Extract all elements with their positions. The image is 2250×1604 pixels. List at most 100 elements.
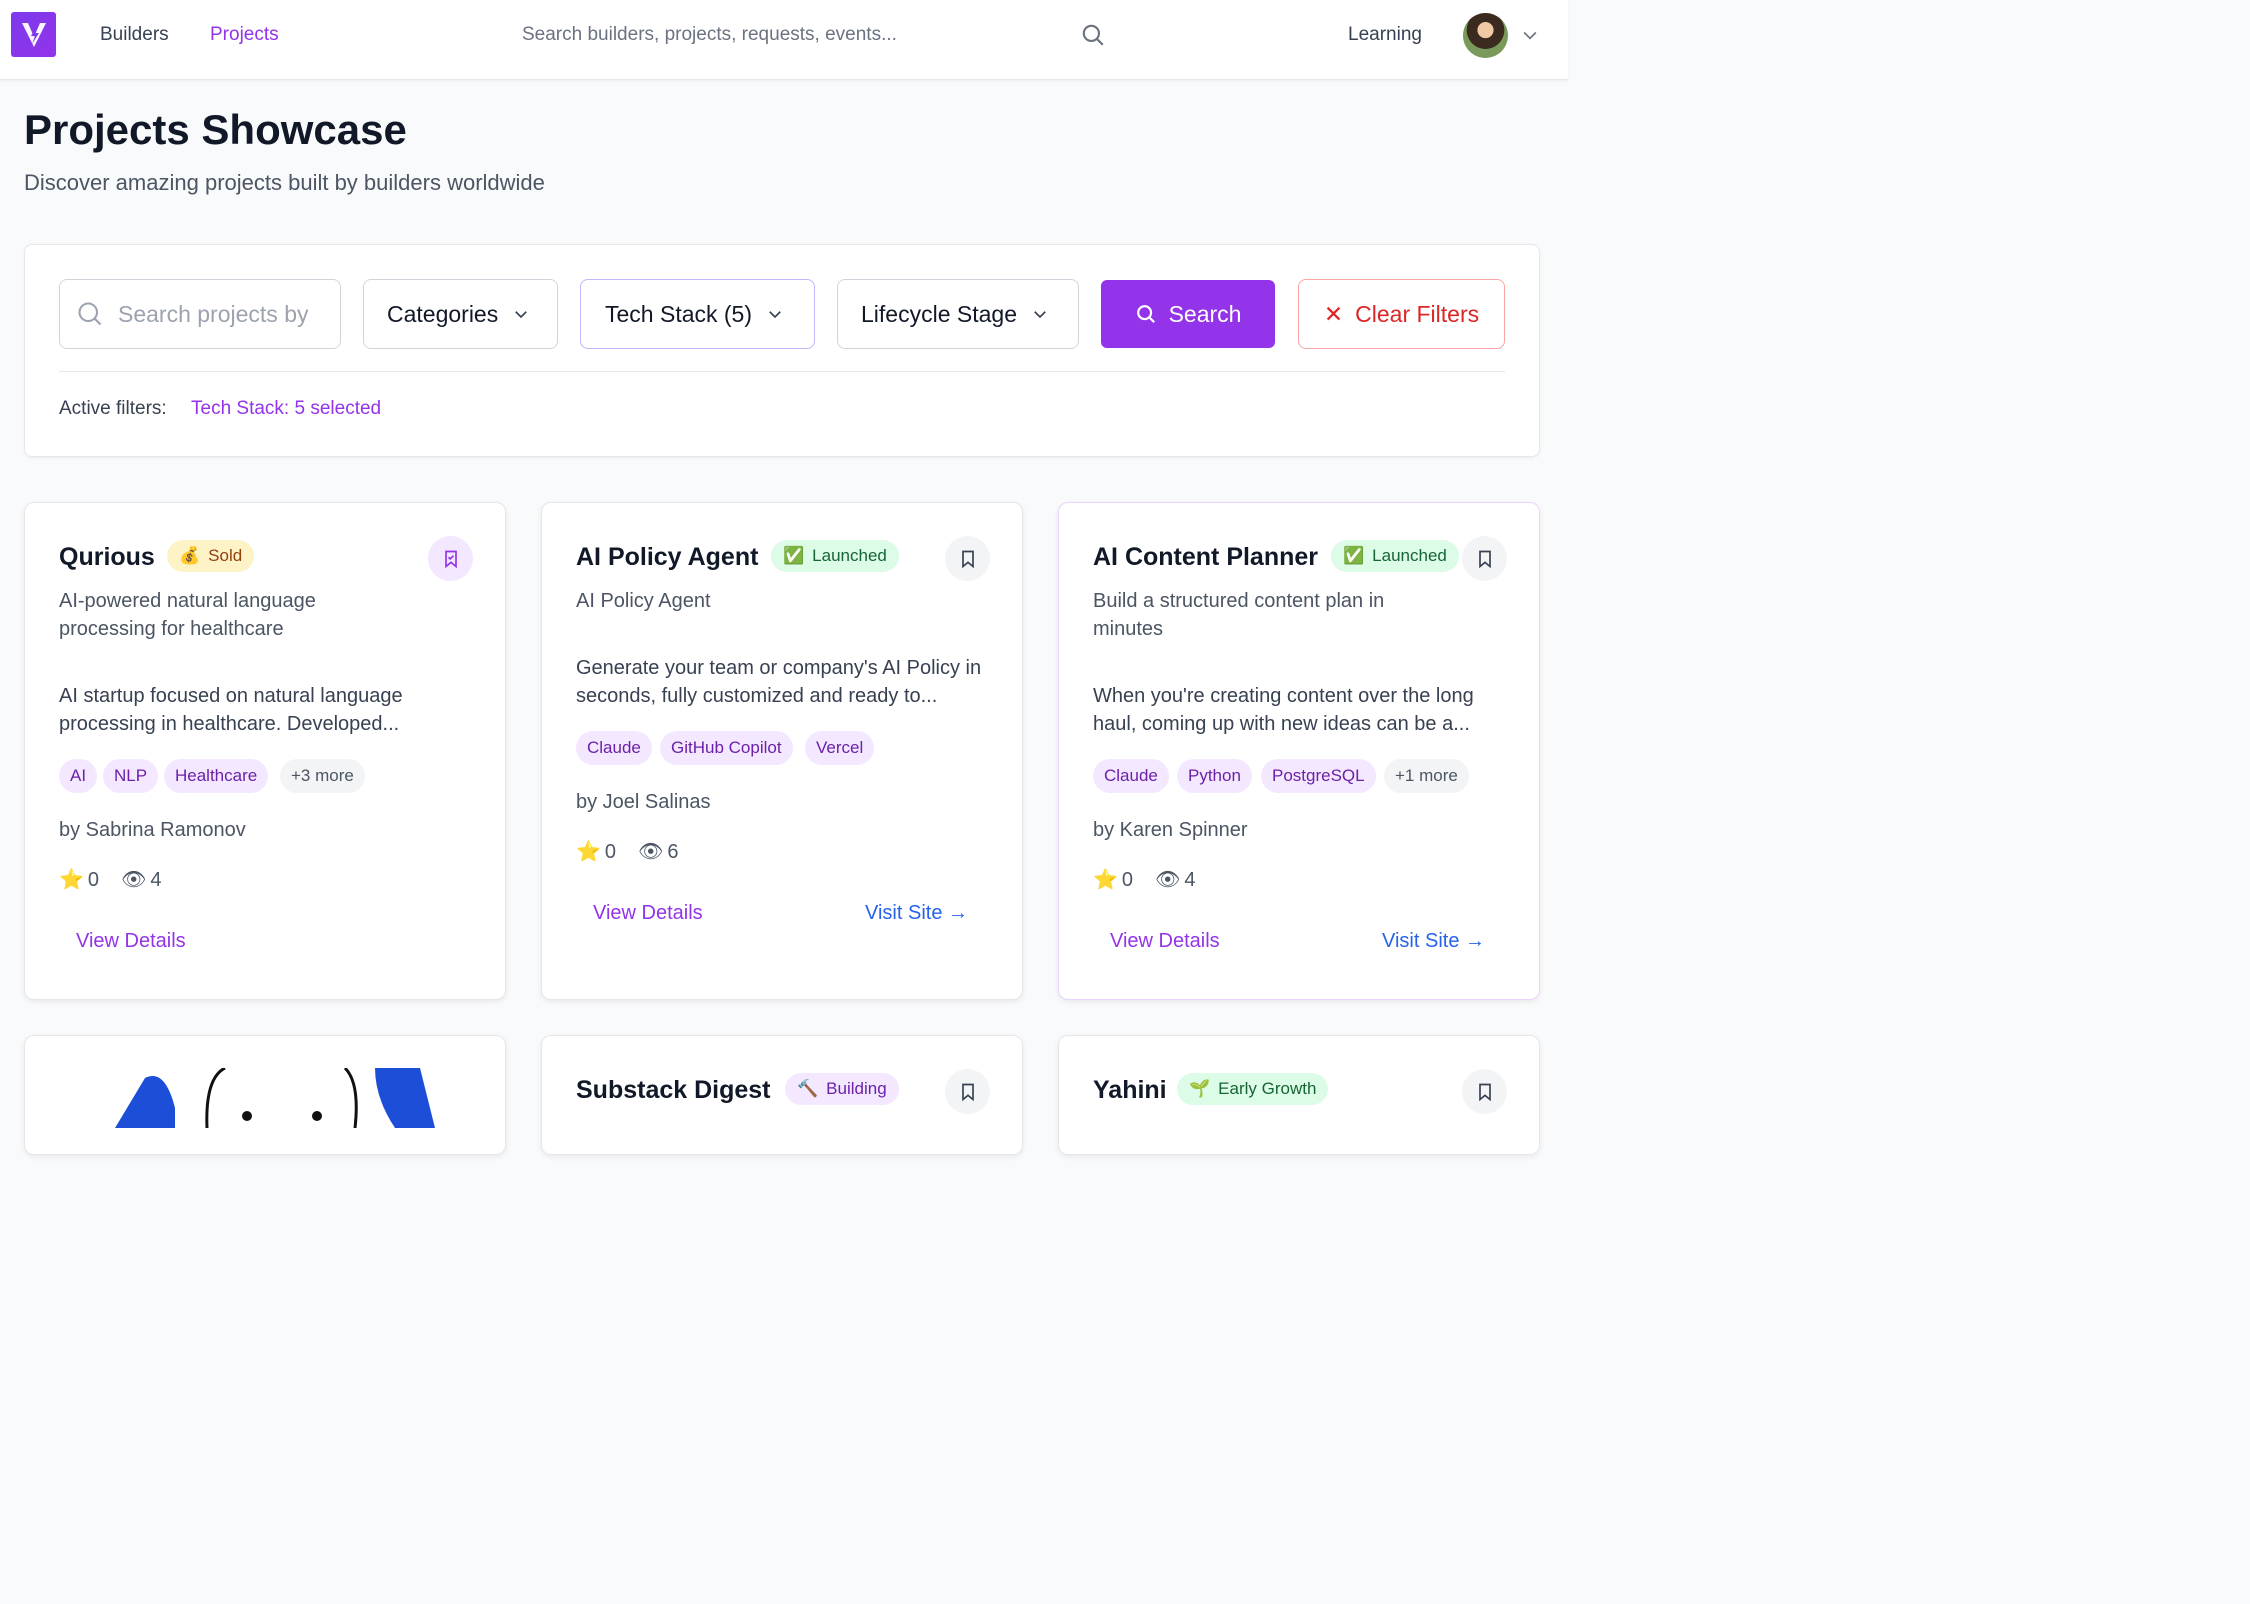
avatar[interactable] <box>1463 13 1508 58</box>
view-details-link[interactable]: View Details <box>76 927 186 955</box>
lifecycle-label: Lifecycle Stage <box>861 300 1017 327</box>
project-title[interactable]: AI Policy Agent <box>576 541 758 573</box>
active-filter-tech-stack[interactable]: Tech Stack: 5 selected <box>191 396 381 422</box>
more-tags[interactable]: +3 more <box>280 759 365 793</box>
money-bag-icon: 💰 <box>179 546 201 565</box>
status-badge: ✅ Launched <box>1331 540 1459 572</box>
tech-tag[interactable]: Vercel <box>805 731 875 765</box>
bookmark-icon <box>961 1083 974 1101</box>
close-icon: ✕ <box>1323 300 1344 327</box>
tech-stack-label: Tech Stack (5) <box>605 300 752 327</box>
star-count: 0 <box>87 869 100 891</box>
eye-icon: 👁 <box>638 841 664 863</box>
chevron-down-icon <box>1034 311 1046 319</box>
status-label: Launched <box>1372 546 1447 565</box>
status-badge: ✅ Launched <box>771 540 899 572</box>
lifecycle-stage-dropdown[interactable]: Lifecycle Stage <box>837 279 1079 349</box>
tech-tag[interactable]: AI <box>59 759 98 793</box>
project-cover-image <box>115 1068 435 1128</box>
project-tagline: Build a structured content plan in minut… <box>1093 590 1385 640</box>
view-count: 4 <box>150 869 162 891</box>
view-count: 4 <box>1184 869 1196 891</box>
star-icon: ⭐ <box>1093 869 1118 891</box>
star-icon: ⭐ <box>576 841 601 863</box>
chevron-down-icon <box>769 311 781 319</box>
search-icon <box>78 302 102 326</box>
bookmark-button[interactable] <box>1462 536 1507 581</box>
project-tagline: AI Policy Agent <box>576 590 711 612</box>
project-title[interactable]: Yahini <box>1093 1074 1167 1106</box>
top-nav: Builders Projects Search builders, proje… <box>0 0 1568 80</box>
tech-tag[interactable]: NLP <box>103 759 159 793</box>
hammer-icon: 🔨 <box>797 1079 819 1098</box>
categories-label: Categories <box>387 300 499 327</box>
project-description: Generate your team or company's AI Polic… <box>576 657 982 707</box>
project-stats: ⭐ 0 👁 4 <box>1093 866 1196 894</box>
status-label: Early Growth <box>1218 1079 1317 1098</box>
search-icon <box>1082 24 1104 46</box>
nav-learning[interactable]: Learning <box>1348 22 1422 48</box>
filter-divider <box>59 371 1505 372</box>
global-search-input[interactable]: Search builders, projects, requests, eve… <box>522 22 897 48</box>
project-author: by Sabrina Ramonov <box>59 819 246 841</box>
bookmark-icon <box>1478 1083 1491 1101</box>
project-description: When you're creating content over the lo… <box>1093 685 1474 735</box>
lightning-logo-icon <box>21 22 46 47</box>
clear-filters-button[interactable]: ✕ Clear Filters <box>1298 279 1505 349</box>
project-card[interactable]: Substack Digest 🔨 Building <box>541 1035 1023 1155</box>
tech-tag[interactable]: PostgreSQL <box>1261 759 1376 793</box>
project-stats: ⭐ 0 👁 6 <box>576 838 679 866</box>
tech-stack-dropdown[interactable]: Tech Stack (5) <box>580 279 815 349</box>
project-stats: ⭐ 0 👁 4 <box>59 866 162 894</box>
chevron-down-icon[interactable] <box>1520 25 1540 45</box>
project-card[interactable] <box>24 1035 506 1155</box>
star-icon: ⭐ <box>59 869 84 891</box>
nav-builders[interactable]: Builders <box>100 22 169 48</box>
view-details-link[interactable]: View Details <box>593 899 703 927</box>
visit-site-link[interactable]: Visit Site → <box>865 899 968 927</box>
tech-tag[interactable]: Claude <box>1093 759 1169 793</box>
bookmark-checked-icon <box>444 550 457 568</box>
view-details-link[interactable]: View Details <box>1110 927 1220 955</box>
project-card[interactable]: AI Policy Agent ✅ Launched AI Policy Age… <box>541 502 1023 1000</box>
project-author: by Joel Salinas <box>576 791 711 813</box>
project-card[interactable]: Qurious 💰 Sold AI-powered natural langua… <box>24 502 506 1000</box>
project-author: by Karen Spinner <box>1093 819 1248 841</box>
project-title[interactable]: Qurious <box>59 541 155 573</box>
project-search-placeholder: Search projects by <box>118 300 309 327</box>
search-button[interactable]: Search <box>1101 280 1275 348</box>
tech-tag[interactable]: Python <box>1177 759 1252 793</box>
project-card[interactable]: Yahini 🌱 Early Growth <box>1058 1035 1540 1155</box>
visit-site-link[interactable]: Visit Site → <box>1382 927 1485 955</box>
status-badge: 🔨 Building <box>785 1073 899 1105</box>
eye-icon: 👁 <box>121 869 147 891</box>
tech-tag[interactable]: Healthcare <box>164 759 269 793</box>
project-title[interactable]: Substack Digest <box>576 1074 771 1106</box>
bookmark-button[interactable] <box>945 536 990 581</box>
status-label: Launched <box>812 546 887 565</box>
categories-dropdown[interactable]: Categories <box>363 279 558 349</box>
bookmark-button[interactable] <box>428 536 473 581</box>
search-icon <box>1136 305 1155 324</box>
check-mark-icon: ✅ <box>1343 546 1365 565</box>
page-subtitle: Discover amazing projects built by build… <box>24 170 545 195</box>
project-card[interactable]: AI Content Planner ✅ Launched Build a st… <box>1058 502 1540 1000</box>
nav-projects[interactable]: Projects <box>210 22 279 48</box>
tech-tag[interactable]: GitHub Copilot <box>660 731 793 765</box>
status-badge: 💰 Sold <box>167 540 255 572</box>
bookmark-button[interactable] <box>1462 1069 1507 1114</box>
bookmark-icon <box>961 550 974 568</box>
more-tags[interactable]: +1 more <box>1384 759 1469 793</box>
star-count: 0 <box>604 841 617 863</box>
tech-tag[interactable]: Claude <box>576 731 652 765</box>
chevron-down-icon <box>515 311 528 319</box>
bookmark-button[interactable] <box>945 1069 990 1114</box>
project-title[interactable]: AI Content Planner <box>1093 541 1318 573</box>
project-search-input[interactable]: Search projects by <box>59 279 341 349</box>
check-mark-icon: ✅ <box>783 546 805 565</box>
bookmark-icon <box>1478 550 1491 568</box>
page-title: Projects Showcase <box>24 106 407 153</box>
status-badge: 🌱 Early Growth <box>1177 1073 1329 1105</box>
logo[interactable] <box>11 12 56 57</box>
global-search-button[interactable] <box>1078 20 1108 50</box>
